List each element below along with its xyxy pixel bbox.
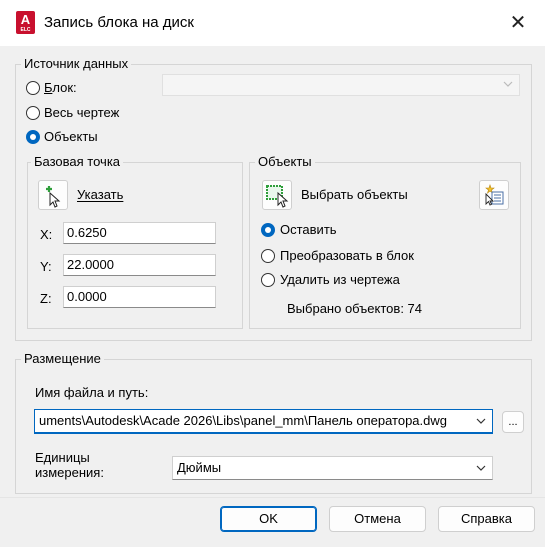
path-label: Имя файла и путь: <box>35 385 149 400</box>
delete-label: Удалить из чертежа <box>280 272 400 287</box>
objects-legend: Объекты <box>255 154 315 169</box>
units-label: Единицы измерения: <box>35 450 104 480</box>
footer-divider <box>0 497 545 498</box>
units-select[interactable]: Дюймы <box>172 456 493 480</box>
convert-label: Преобразовать в блок <box>280 248 414 263</box>
select-objects-button[interactable] <box>262 180 292 210</box>
select-objects-icon <box>266 185 289 208</box>
chevron-down-icon[interactable] <box>476 416 486 426</box>
radio-objects[interactable] <box>26 130 40 144</box>
radio-convert[interactable] <box>261 249 275 263</box>
block-select[interactable] <box>162 74 520 96</box>
cancel-button[interactable]: Отмена <box>329 506 426 532</box>
chevron-down-icon <box>503 81 513 87</box>
z-label: Z: <box>40 291 52 306</box>
quick-select-button[interactable] <box>479 180 509 210</box>
help-button[interactable]: Справка <box>438 506 535 532</box>
base-point-legend: Базовая точка <box>31 154 124 169</box>
pick-point-label[interactable]: Указать <box>77 187 123 202</box>
path-value[interactable]: uments\Autodesk\Acade 2026\Libs\panel_mm… <box>39 413 447 428</box>
browse-button[interactable]: ... <box>502 411 524 433</box>
quick-select-icon <box>485 184 504 206</box>
y-field[interactable]: 22.0000 <box>63 254 216 276</box>
ok-button[interactable]: OK <box>220 506 317 532</box>
selected-count: Выбрано объектов: 74 <box>287 301 423 316</box>
radio-block[interactable] <box>26 81 40 95</box>
objects-source-label: Объекты <box>44 129 98 144</box>
pick-point-button[interactable] <box>38 180 68 210</box>
app-logo-icon: A ELC <box>16 11 35 34</box>
y-label: Y: <box>40 259 52 274</box>
source-legend: Источник данных <box>21 56 132 71</box>
retain-label: Оставить <box>280 222 337 237</box>
window-title: Запись блока на диск <box>44 14 194 31</box>
placement-legend: Размещение <box>21 351 104 366</box>
radio-delete[interactable] <box>261 273 275 287</box>
radio-retain[interactable] <box>261 223 275 237</box>
whole-drawing-label: Весь чертеж <box>44 105 120 120</box>
x-label: X: <box>40 227 53 242</box>
block-label: Блок: <box>44 80 77 95</box>
path-combobox[interactable]: uments\Autodesk\Acade 2026\Libs\panel_mm… <box>34 409 493 434</box>
pick-point-icon <box>46 186 61 208</box>
chevron-down-icon <box>476 465 486 471</box>
close-icon[interactable]: ✕ <box>500 8 536 38</box>
select-objects-label[interactable]: Выбрать объекты <box>301 187 408 202</box>
radio-whole-drawing[interactable] <box>26 106 40 120</box>
x-field[interactable]: 0.6250 <box>63 222 216 244</box>
z-field[interactable]: 0.0000 <box>63 286 216 308</box>
